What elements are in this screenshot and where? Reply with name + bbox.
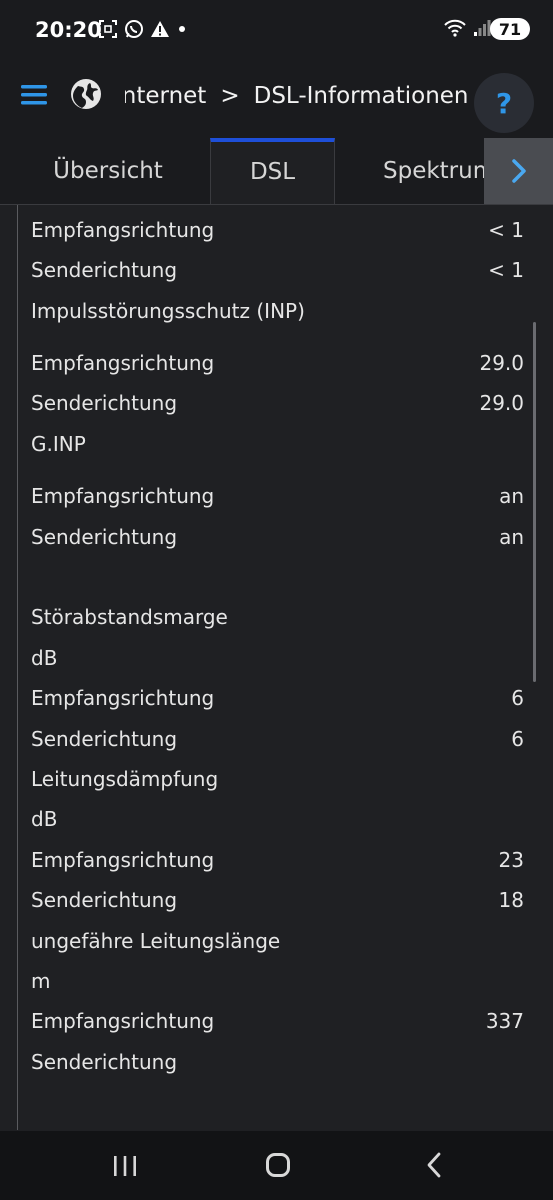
list-item: Empfangsrichtung < 1: [31, 210, 524, 250]
row-label: Empfangsrichtung: [31, 351, 215, 375]
screenshot-icon: [99, 20, 117, 38]
row-label: Senderichtung: [31, 525, 178, 549]
list-item: Senderichtung 6: [31, 719, 524, 759]
tab-spektrum[interactable]: Spektrum: [355, 138, 495, 203]
row-label: Empfangsrichtung: [31, 686, 215, 710]
unit-label: m: [31, 961, 524, 1001]
status-bar: 20:20 71: [0, 0, 553, 56]
menu-button[interactable]: [18, 78, 52, 112]
battery-indicator: 71: [490, 18, 530, 40]
list-item: Empfangsrichtung 23: [31, 840, 524, 880]
system-icons: [443, 18, 491, 38]
dot-icon: [179, 26, 185, 32]
row-value: 29.0: [479, 351, 524, 375]
tab-bar: Übersicht DSL Spektrum: [0, 138, 553, 205]
tab-dsl[interactable]: DSL: [210, 138, 335, 204]
section-header: ungefähre Leitungslänge: [31, 921, 524, 961]
list-item: Empfangsrichtung an: [31, 476, 524, 516]
chevron-right-icon: [511, 159, 526, 183]
tab-uebersicht[interactable]: Übersicht: [22, 138, 194, 203]
row-label: Störabstandsmarge: [31, 605, 228, 629]
row-label: Leitungsdämpfung: [31, 767, 219, 791]
list-item: Senderichtung: [31, 1042, 524, 1082]
recent-apps-icon[interactable]: [112, 1154, 138, 1178]
internet-globe-icon: [69, 77, 103, 111]
section-header: Störabstandsmarge: [31, 597, 524, 637]
app-bar: Internet > DSL-Informationen ?: [0, 56, 553, 138]
row-label: m: [31, 969, 51, 993]
row-label: ungefähre Leitungslänge: [31, 929, 281, 953]
row-label: Senderichtung: [31, 391, 178, 415]
row-label: dB: [31, 807, 58, 831]
list-item: Empfangsrichtung 29.0: [31, 343, 524, 383]
list-item: Senderichtung an: [31, 517, 524, 557]
list-item: Senderichtung 29.0: [31, 383, 524, 423]
row-value: 18: [498, 888, 524, 912]
status-time: 20:20: [35, 18, 102, 42]
row-value: 337: [485, 1009, 524, 1033]
row-label: Senderichtung: [31, 1050, 178, 1074]
scrollbar[interactable]: [533, 322, 536, 682]
row-value: 6: [511, 727, 524, 751]
list-item: Empfangsrichtung 337: [31, 1001, 524, 1041]
list-item: Empfangsrichtung 6: [31, 678, 524, 718]
row-value: 23: [498, 848, 524, 872]
row-label: dB: [31, 646, 58, 670]
section-header: G.INP: [31, 424, 524, 464]
row-label: G.INP: [31, 432, 86, 456]
help-button[interactable]: ?: [474, 73, 534, 133]
breadcrumb-parent[interactable]: Internet: [125, 83, 206, 109]
warning-icon: [151, 21, 169, 37]
row-value: 6: [511, 686, 524, 710]
row-value: < 1: [488, 218, 524, 242]
system-navigation-bar: [0, 1131, 553, 1200]
row-label: Senderichtung: [31, 888, 178, 912]
dsl-details-list: Empfangsrichtung < 1 Senderichtung < 1 Imp…: [17, 205, 538, 1130]
row-label: Empfangsrichtung: [31, 484, 215, 508]
list-item: Senderichtung < 1: [31, 250, 524, 290]
back-icon[interactable]: [424, 1151, 444, 1179]
row-value: an: [499, 525, 524, 549]
battery-level: 71: [498, 19, 522, 39]
breadcrumb: Internet > DSL-Informationen: [125, 78, 470, 114]
wifi-icon: [444, 19, 466, 37]
row-label: Senderichtung: [31, 258, 178, 282]
tab-scroll-right-button[interactable]: [484, 138, 553, 204]
section-header: Impulsstörungsschutz (INP): [31, 291, 524, 331]
breadcrumb-current: DSL-Informationen: [253, 83, 469, 109]
breadcrumb-separator: >: [220, 83, 240, 109]
unit-label: dB: [31, 638, 524, 678]
row-label: Senderichtung: [31, 727, 178, 751]
home-icon[interactable]: [266, 1153, 290, 1177]
row-label: Empfangsrichtung: [31, 848, 215, 872]
signal-icon: [474, 20, 491, 36]
row-value: an: [499, 484, 524, 508]
row-label: Empfangsrichtung: [31, 1009, 215, 1033]
section-header: Leitungsdämpfung: [31, 759, 524, 799]
row-label: Empfangsrichtung: [31, 218, 215, 242]
help-icon: ?: [495, 86, 513, 120]
list-item: Senderichtung 18: [31, 880, 524, 920]
unit-label: dB: [31, 799, 524, 839]
row-label: Impulsstörungsschutz (INP): [31, 299, 305, 323]
row-value: 29.0: [479, 391, 524, 415]
whatsapp-icon: [125, 20, 143, 38]
row-value: < 1: [488, 258, 524, 282]
notification-icons: [98, 19, 188, 39]
hamburger-menu-icon: [21, 85, 47, 105]
